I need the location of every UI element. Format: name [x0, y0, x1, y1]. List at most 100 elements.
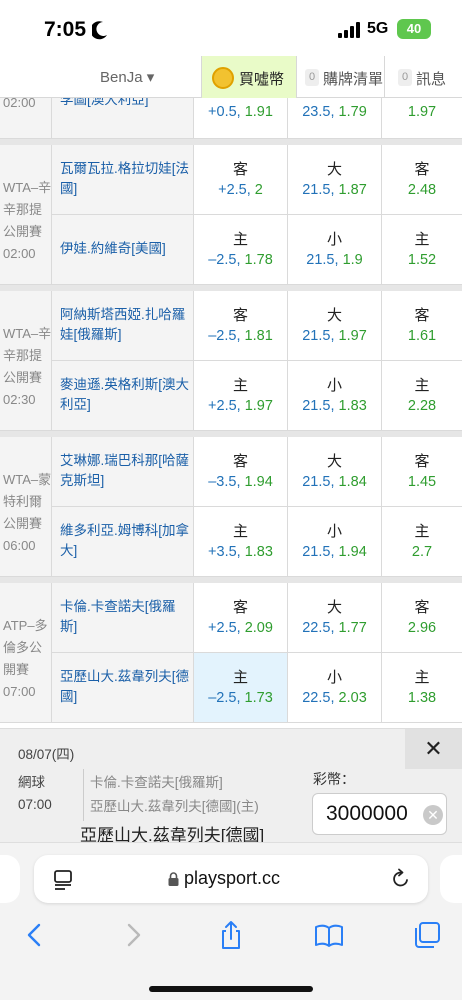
bet-odds-value: 2.28	[407, 398, 437, 414]
total-cell[interactable]: 23.5, 1.79	[288, 98, 382, 139]
total-cell[interactable]: 大 21.5, 1.84	[288, 437, 382, 507]
stake-input[interactable]: 3000000 ✕	[312, 793, 447, 835]
page-menu-icon[interactable]	[52, 869, 74, 891]
slip-time: 07:00	[18, 797, 52, 812]
team-name-line: 艾琳娜.瑞巴科那[哈薩	[60, 453, 190, 468]
forward-icon[interactable]	[118, 919, 148, 951]
bet-side: 小	[326, 231, 342, 248]
next-tab-peek[interactable]	[440, 855, 462, 903]
bet-line: 21.5	[302, 328, 331, 344]
moneyline-cell[interactable]: 主 2.7	[382, 507, 462, 577]
total-cell[interactable]: 小 21.5, 1.9	[288, 215, 382, 285]
bet-line-odds: +3.5, 1.83	[194, 544, 287, 560]
bet-odds-value: 1.81	[244, 328, 273, 344]
team-name: 亞歷山大.茲韋列夫[德 國]	[60, 667, 190, 707]
moneyline-cell[interactable]: 客 1.45	[382, 437, 462, 507]
team-name-line: 瓦爾瓦拉.格拉切娃[法	[60, 161, 190, 176]
moneyline-cell[interactable]: 1.97	[382, 98, 462, 139]
league-line: 特利爾	[3, 494, 43, 509]
reload-icon[interactable]	[390, 868, 412, 890]
total-cell[interactable]: 小 21.5, 1.94	[288, 507, 382, 577]
slip-date: 08/07(四)	[18, 747, 75, 762]
team-name-line: 大]	[60, 543, 78, 558]
total-cell[interactable]: 小 22.5, 2.03	[288, 653, 382, 723]
back-icon[interactable]	[20, 919, 50, 951]
bet-side: 小	[326, 523, 342, 540]
separator: ,	[330, 474, 339, 490]
total-cell[interactable]: 小 21.5, 1.83	[288, 361, 382, 431]
bet-side: 主	[414, 669, 430, 686]
bet-line-odds: 21.5, 1.9	[288, 252, 381, 268]
spread-cell[interactable]: +0.5, 1.91	[194, 98, 288, 139]
bet-line: –3.5	[208, 474, 237, 490]
spread-cell[interactable]: 客 +2.5, 2.09	[194, 583, 288, 653]
team-name-line: 克斯坦]	[60, 473, 105, 488]
spread-cell[interactable]: 主 +3.5, 1.83	[194, 507, 288, 577]
spread-cell[interactable]: 主 +2.5, 1.97	[194, 361, 288, 431]
bet-side: 大	[326, 161, 342, 178]
total-cell[interactable]: 大 21.5, 1.87	[288, 145, 382, 215]
user-menu[interactable]: BenJa ▾	[100, 68, 154, 86]
moneyline-cell[interactable]: 主 1.52	[382, 215, 462, 285]
bet-odds-value: 1.94	[338, 544, 367, 560]
bet-side: 大	[326, 453, 342, 470]
address-bar[interactable]: playsport.cc	[34, 855, 428, 903]
team-name-line: 維多利亞.姆博科[加拿	[60, 523, 190, 538]
bet-odds-value: 1.52	[407, 252, 437, 268]
bet-odds-value: 2.03	[338, 690, 367, 706]
bet-odds-value: 1.38	[407, 690, 437, 706]
lock-icon	[168, 872, 179, 886]
moon-icon	[92, 21, 107, 40]
separator: ,	[236, 544, 245, 560]
buy-coin-tab[interactable]: 買噓幣	[201, 56, 297, 98]
separator: ,	[236, 690, 245, 706]
moneyline-cell[interactable]: 主 2.28	[382, 361, 462, 431]
tab-messages-label: 訊息	[416, 71, 447, 88]
bet-odds: 1.61	[382, 328, 462, 344]
team-name-line: 斯]	[60, 619, 78, 634]
bookmarks-icon[interactable]	[314, 919, 344, 951]
match-time: 06:00	[3, 538, 36, 553]
total-cell[interactable]: 大 21.5, 1.97	[288, 291, 382, 361]
network-label: 5G	[367, 20, 389, 37]
spread-cell[interactable]: 客 +2.5, 2	[194, 145, 288, 215]
bet-line-odds: 21.5, 1.83	[288, 398, 381, 414]
bet-odds-value: 1.61	[407, 328, 437, 344]
tab-purchase-list[interactable]: 0 購牌清單	[297, 56, 385, 98]
tab-purchase-label: 購牌清單	[323, 71, 384, 88]
league-name: WTA–辛 辛那提 公開賽 02:30	[3, 323, 53, 411]
close-icon[interactable]: ✕	[405, 729, 462, 769]
browser-bar: playsport.cc	[0, 842, 462, 1000]
spread-cell[interactable]: 主 –2.5, 1.73	[194, 653, 288, 723]
separator: ,	[236, 398, 245, 414]
previous-tab-peek[interactable]	[0, 855, 20, 903]
tabs-icon[interactable]	[412, 919, 442, 951]
moneyline-cell[interactable]: 客 2.48	[382, 145, 462, 215]
league-line: 辛那提	[3, 202, 43, 217]
share-icon[interactable]	[216, 919, 246, 951]
spread-cell[interactable]: 客 –3.5, 1.94	[194, 437, 288, 507]
clear-icon[interactable]: ✕	[423, 805, 443, 825]
bet-line: –2.5	[208, 328, 237, 344]
bet-odds: 2.96	[382, 620, 462, 636]
moneyline-cell[interactable]: 主 1.38	[382, 653, 462, 723]
slip-home-team: 亞歷山大.茲韋列夫[德國](主)	[90, 799, 259, 814]
team-cell: 麥迪遜.英格利斯[澳大 利亞]	[52, 361, 194, 431]
spread-cell[interactable]: 主 –2.5, 1.78	[194, 215, 288, 285]
bet-side: 主	[232, 377, 248, 394]
bet-slip: 08/07(四) 網球 07:00 卡倫.卡查諾夫[俄羅斯] 亞歷山大.茲韋列夫…	[0, 728, 462, 845]
moneyline-cell[interactable]: 客 2.96	[382, 583, 462, 653]
team-name: 瓦爾瓦拉.格拉切娃[法 國]	[60, 159, 190, 199]
league-cell: WTA–蒙 特利爾 公開賽 06:00	[0, 437, 52, 577]
moneyline-cell[interactable]: 客 1.61	[382, 291, 462, 361]
bet-line-odds: –3.5, 1.94	[194, 474, 287, 490]
spread-cell[interactable]: 客 –2.5, 1.81	[194, 291, 288, 361]
total-cell[interactable]: 大 22.5, 1.77	[288, 583, 382, 653]
tab-messages[interactable]: 0 訊息	[385, 56, 462, 98]
coin-icon	[212, 67, 234, 89]
bet-odds-value: 1.97	[244, 398, 273, 414]
team-cell: 伊娃.約維奇[美國]	[52, 215, 194, 285]
match-time: 02:00	[3, 98, 36, 110]
match-group: WTA–辛 辛那提 公開賽 02:30 阿納斯塔西婭.扎哈羅 娃[俄羅斯] 客 –2.5, 1…	[0, 291, 462, 431]
team-name: 艾琳娜.瑞巴科那[哈薩 克斯坦]	[60, 451, 190, 491]
